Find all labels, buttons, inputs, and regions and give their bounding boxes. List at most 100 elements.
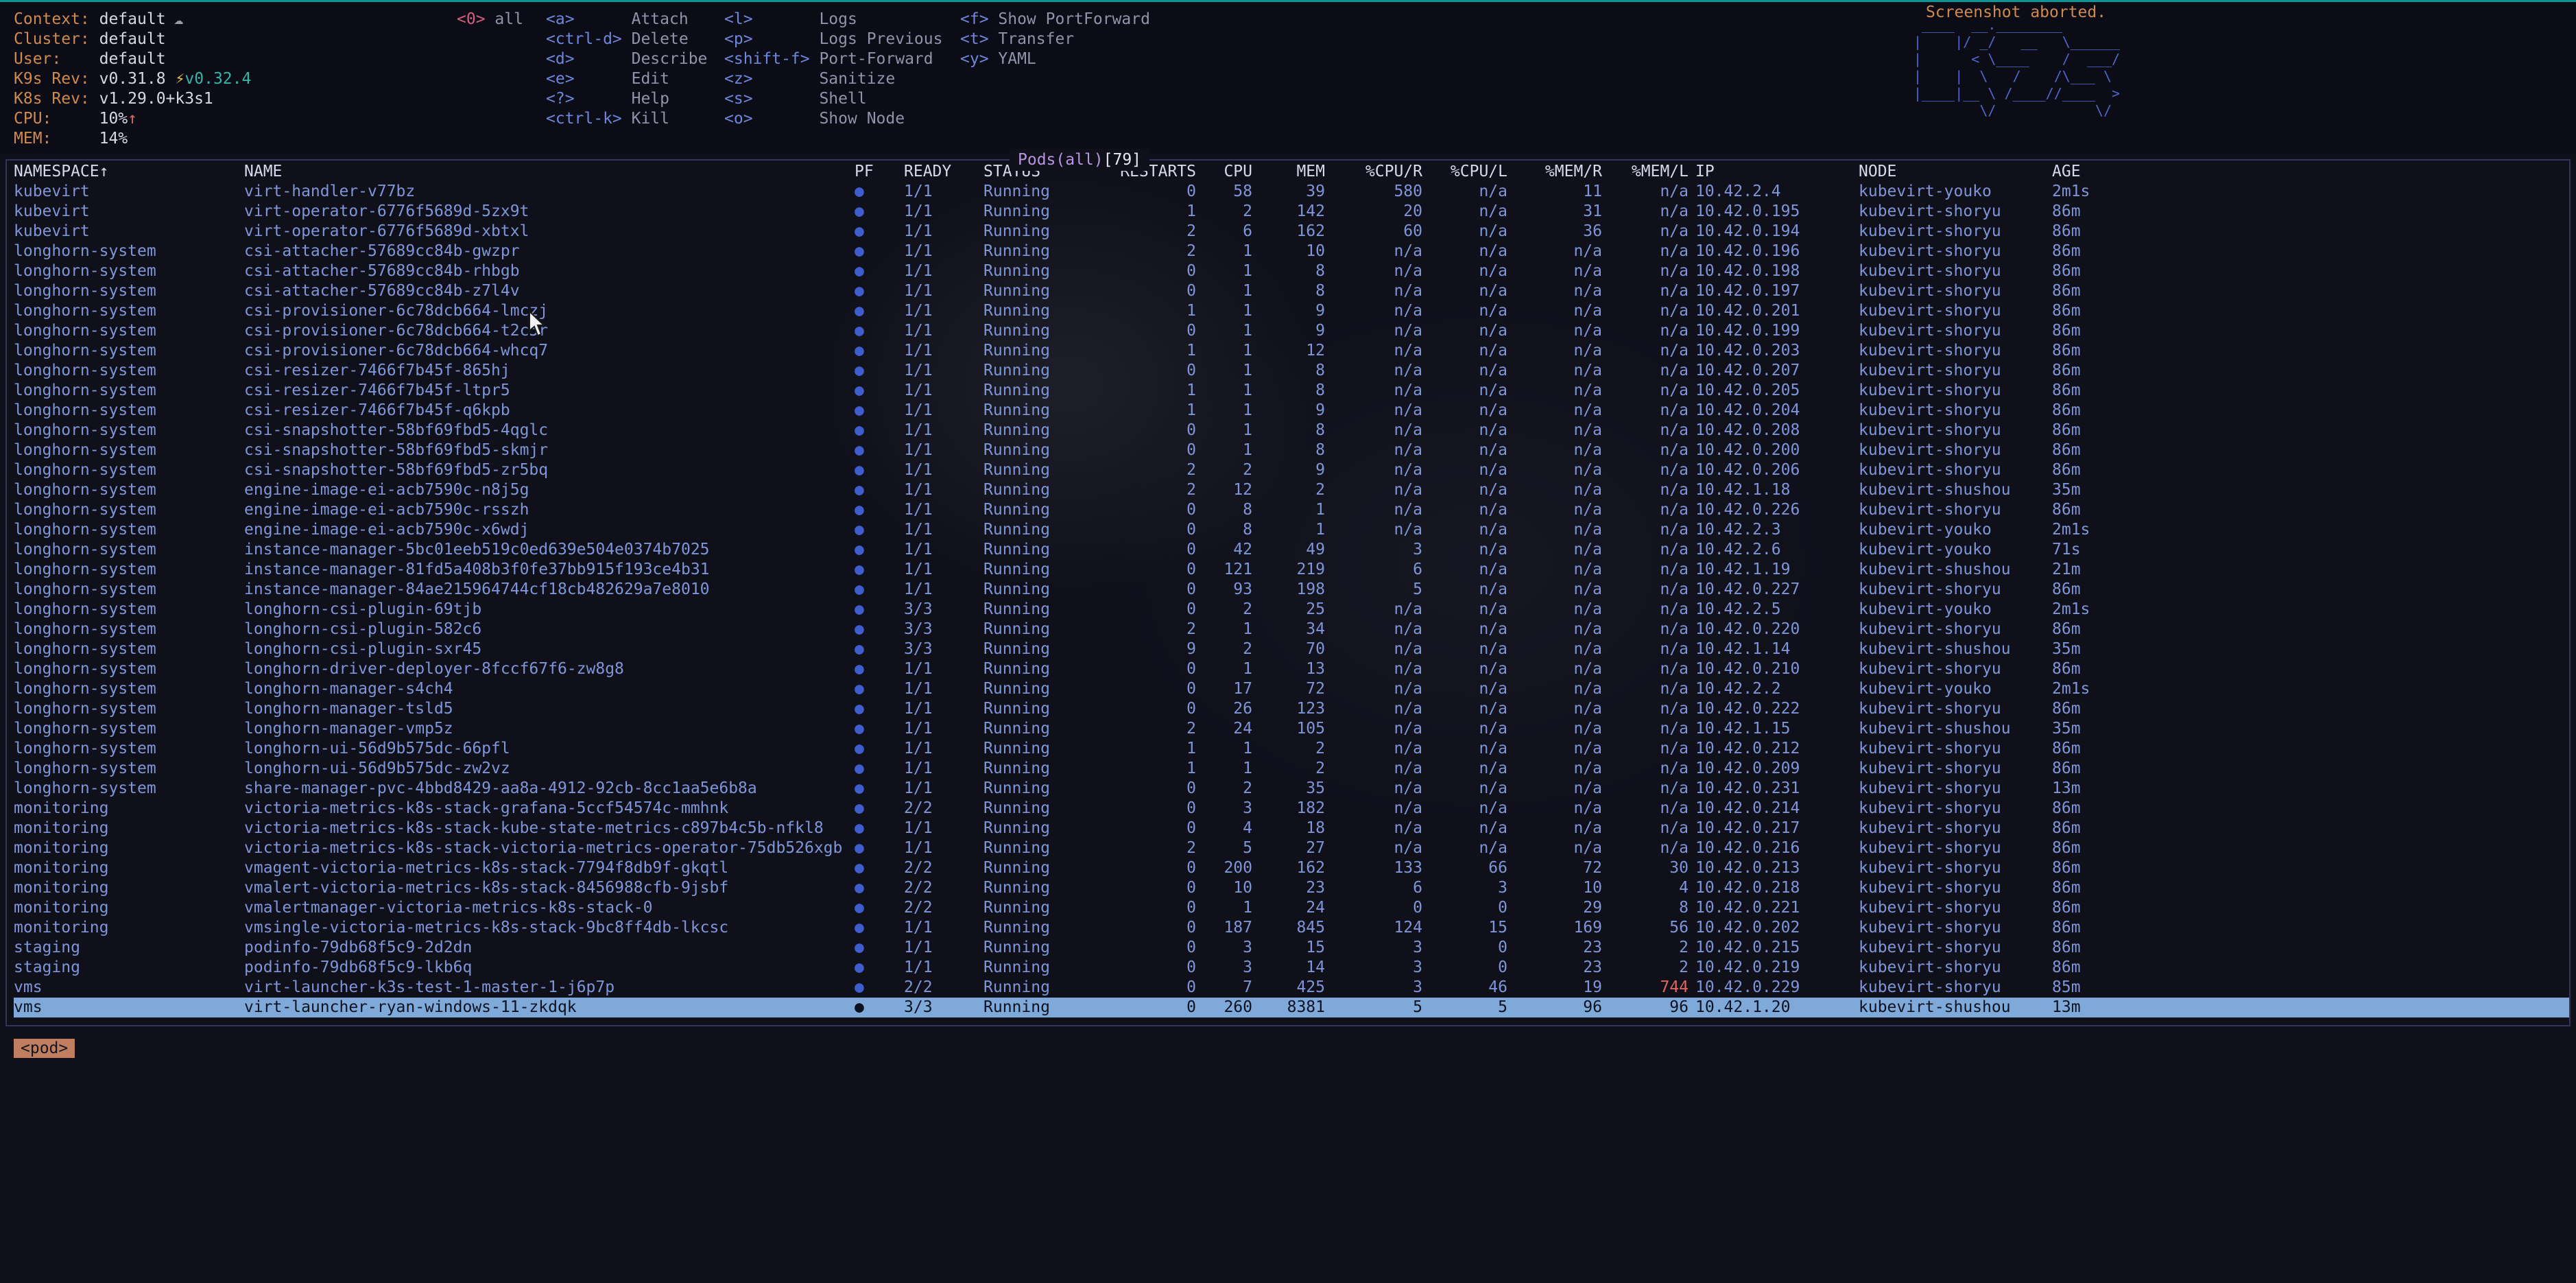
cell-ready: 1/1 (904, 560, 983, 580)
cell-cpur: n/a (1325, 321, 1422, 341)
cell-ready: 1/1 (904, 281, 983, 301)
pod-row[interactable]: monitoringvictoria-metrics-k8s-stack-gra… (14, 799, 2569, 819)
pod-row[interactable]: longhorn-systemcsi-provisioner-6c78dcb66… (14, 341, 2569, 361)
pod-row[interactable]: longhorn-systemcsi-resizer-7466f7b45f-86… (14, 361, 2569, 381)
pod-row[interactable]: monitoringvictoria-metrics-k8s-stack-kub… (14, 819, 2569, 838)
cell-restarts: 1 (1114, 202, 1196, 222)
breadcrumb-pod[interactable]: <pod> (14, 1039, 75, 1058)
pod-row[interactable]: longhorn-systeminstance-manager-84ae2159… (14, 580, 2569, 600)
cell-ns: longhorn-system (14, 421, 244, 440)
cell-name: instance-manager-5bc01eeb519c0ed639e504e… (244, 540, 850, 560)
pod-row[interactable]: kubevirtvirt-operator-6776f5689d-xbtxl●1… (14, 222, 2569, 242)
cell-node: kubevirt-shoryu (1859, 759, 2052, 779)
cell-ready: 1/1 (904, 958, 983, 978)
cell-cpur: n/a (1325, 719, 1422, 739)
pod-row[interactable]: longhorn-systemlonghorn-csi-plugin-69tjb… (14, 600, 2569, 620)
table-body: kubevirtvirt-handler-v77bz●1/1Running058… (14, 182, 2569, 1017)
cell-ns: longhorn-system (14, 281, 244, 301)
pod-row[interactable]: vmsvirt-launcher-ryan-windows-11-zkdqk●3… (14, 998, 2569, 1017)
cell-pf: ● (850, 819, 904, 838)
cell-mem: 9 (1252, 301, 1325, 321)
pod-row[interactable]: kubevirtvirt-operator-6776f5689d-5zx9t●1… (14, 202, 2569, 222)
pod-row[interactable]: stagingpodinfo-79db68f5c9-2d2dn●1/1Runni… (14, 938, 2569, 958)
pod-row[interactable]: monitoringvmagent-victoria-metrics-k8s-s… (14, 858, 2569, 878)
pod-row[interactable]: longhorn-systemcsi-snapshotter-58bf69fbd… (14, 460, 2569, 480)
cell-pf: ● (850, 938, 904, 958)
pod-row[interactable]: longhorn-systemengine-image-ei-acb7590c-… (14, 480, 2569, 500)
cell-cpu: 1 (1196, 898, 1252, 918)
cell-pf: ● (850, 958, 904, 978)
hotkey-menu-column: <0>all (457, 10, 546, 129)
cell-memr: n/a (1507, 679, 1602, 699)
cell-restarts: 1 (1114, 381, 1196, 401)
cell-memr: n/a (1507, 580, 1602, 600)
cell-name: victoria-metrics-k8s-stack-grafana-5ccf5… (244, 799, 850, 819)
cell-ready: 2/2 (904, 978, 983, 998)
pod-row[interactable]: longhorn-systeminstance-manager-81fd5a40… (14, 560, 2569, 580)
cell-ns: monitoring (14, 838, 244, 858)
cell-ns: longhorn-system (14, 600, 244, 620)
cell-age: 86m (2052, 341, 2569, 361)
pod-row[interactable]: longhorn-systemcsi-attacher-57689cc84b-g… (14, 242, 2569, 261)
cell-age: 86m (2052, 958, 2569, 978)
cell-node: kubevirt-shoryu (1859, 858, 2052, 878)
cell-cpu: 17 (1196, 679, 1252, 699)
cell-age: 86m (2052, 261, 2569, 281)
pod-row[interactable]: longhorn-systemcsi-resizer-7466f7b45f-lt… (14, 381, 2569, 401)
pods-table: Pods(all)[79] NAMESPACE↑NAMEPFREADYSTATU… (5, 159, 2571, 1026)
pod-row[interactable]: longhorn-systeminstance-manager-5bc01eeb… (14, 540, 2569, 560)
cell-status: Running (983, 381, 1114, 401)
cell-cpu: 5 (1196, 838, 1252, 858)
pod-row[interactable]: longhorn-systemcsi-resizer-7466f7b45f-q6… (14, 401, 2569, 421)
cell-age: 86m (2052, 361, 2569, 381)
cluster-info-value: default (99, 10, 166, 28)
table-header-row: NAMESPACE↑NAMEPFREADYSTATUSRESTARTSCPUME… (14, 162, 2569, 182)
cell-status: Running (983, 779, 1114, 799)
cluster-info-label: K9s Rev: (14, 69, 99, 89)
pod-row[interactable]: longhorn-systemlonghorn-ui-56d9b575dc-zw… (14, 759, 2569, 779)
cell-ready: 1/1 (904, 918, 983, 938)
cell-ready: 1/1 (904, 242, 983, 261)
pod-row[interactable]: longhorn-systemcsi-attacher-57689cc84b-z… (14, 281, 2569, 301)
cell-cpu: 200 (1196, 858, 1252, 878)
pod-row[interactable]: monitoringvmsingle-victoria-metrics-k8s-… (14, 918, 2569, 938)
cell-name: csi-snapshotter-58bf69fbd5-skmjr (244, 440, 850, 460)
cell-cpur: n/a (1325, 381, 1422, 401)
pod-row[interactable]: longhorn-systemlonghorn-manager-vmp5z●1/… (14, 719, 2569, 739)
pod-row[interactable]: monitoringvmalert-victoria-metrics-k8s-s… (14, 878, 2569, 898)
cell-ns: longhorn-system (14, 301, 244, 321)
cell-ready: 1/1 (904, 838, 983, 858)
pod-row[interactable]: longhorn-systemcsi-snapshotter-58bf69fbd… (14, 421, 2569, 440)
cell-ns: longhorn-system (14, 759, 244, 779)
pod-row[interactable]: kubevirtvirt-handler-v77bz●1/1Running058… (14, 182, 2569, 202)
pod-row[interactable]: longhorn-systemcsi-snapshotter-58bf69fbd… (14, 440, 2569, 460)
cell-age: 86m (2052, 858, 2569, 878)
pod-row[interactable]: longhorn-systemlonghorn-csi-plugin-sxr45… (14, 639, 2569, 659)
pod-row[interactable]: longhorn-systemlonghorn-csi-plugin-582c6… (14, 620, 2569, 639)
cell-ip: 10.42.0.205 (1689, 381, 1859, 401)
cell-memr: n/a (1507, 699, 1602, 719)
pod-row[interactable]: longhorn-systemengine-image-ei-acb7590c-… (14, 520, 2569, 540)
pod-row[interactable]: longhorn-systemcsi-provisioner-6c78dcb66… (14, 301, 2569, 321)
cell-status: Running (983, 520, 1114, 540)
cell-cpur: 3 (1325, 938, 1422, 958)
cell-cpur: 20 (1325, 202, 1422, 222)
cell-restarts: 2 (1114, 222, 1196, 242)
pod-row[interactable]: monitoringvmalertmanager-victoria-metric… (14, 898, 2569, 918)
hotkey-menu-item: <p>Logs Previous (724, 30, 960, 49)
pod-row[interactable]: longhorn-systemshare-manager-pvc-4bbd842… (14, 779, 2569, 799)
cell-node: kubevirt-shoryu (1859, 222, 2052, 242)
pod-row[interactable]: longhorn-systemlonghorn-manager-tsld5●1/… (14, 699, 2569, 719)
pod-row[interactable]: longhorn-systemcsi-provisioner-6c78dcb66… (14, 321, 2569, 341)
pod-row[interactable]: longhorn-systemlonghorn-ui-56d9b575dc-66… (14, 739, 2569, 759)
pod-row[interactable]: monitoringvictoria-metrics-k8s-stack-vic… (14, 838, 2569, 858)
cell-memr: 96 (1507, 998, 1602, 1017)
cell-cpur: 60 (1325, 222, 1422, 242)
pod-row[interactable]: longhorn-systemengine-image-ei-acb7590c-… (14, 500, 2569, 520)
pod-row[interactable]: longhorn-systemcsi-attacher-57689cc84b-r… (14, 261, 2569, 281)
pod-row[interactable]: longhorn-systemlonghorn-manager-s4ch4●1/… (14, 679, 2569, 699)
pod-row[interactable]: longhorn-systemlonghorn-driver-deployer-… (14, 659, 2569, 679)
cell-ready: 1/1 (904, 361, 983, 381)
pod-row[interactable]: vmsvirt-launcher-k3s-test-1-master-1-j6p… (14, 978, 2569, 998)
pod-row[interactable]: stagingpodinfo-79db68f5c9-lkb6q●1/1Runni… (14, 958, 2569, 978)
